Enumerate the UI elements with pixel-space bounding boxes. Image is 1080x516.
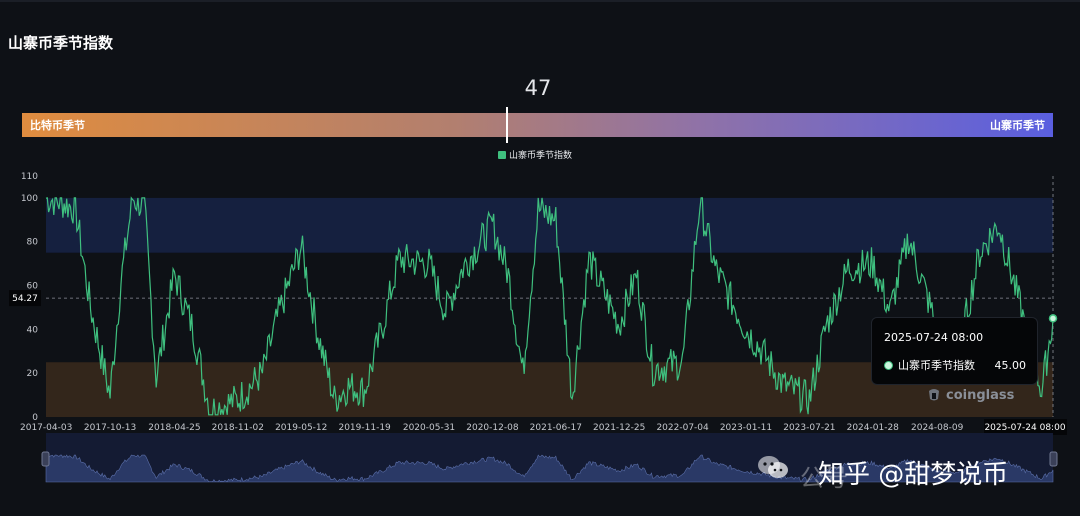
x-tick-label: 2024-01-28 bbox=[847, 423, 900, 433]
tooltip-date: 2025-07-24 08:00 bbox=[884, 331, 984, 344]
gauge-left-label: 比特币季节 bbox=[30, 119, 85, 132]
crosshair-y-label: 54.27 bbox=[12, 294, 38, 304]
legend-label: 山寨币季节指数 bbox=[509, 151, 573, 161]
x-tick-label: 2018-04-25 bbox=[148, 423, 200, 433]
gauge-marker bbox=[505, 107, 508, 143]
tooltip-value: 45.00 bbox=[994, 358, 1027, 372]
index-value: 47 bbox=[524, 76, 552, 100]
watermark: 知乎 @甜梦说币 bbox=[818, 460, 1009, 490]
y-tick-label: 0 bbox=[32, 413, 38, 423]
gauge-right-label: 山寨币季节 bbox=[990, 119, 1045, 132]
crosshair-x-label: 2025-07-24 08:00 bbox=[984, 423, 1065, 433]
coinglass-label: coinglass bbox=[946, 387, 1015, 403]
tooltip-series-name: 山寨币季节指数 bbox=[898, 359, 975, 372]
minimap-left-handle[interactable] bbox=[41, 451, 50, 467]
season-gauge: 比特币季节 山寨币季节 bbox=[22, 107, 1053, 143]
x-tick-label: 2021-12-25 bbox=[593, 423, 645, 433]
x-tick-label: 2022-07-04 bbox=[656, 423, 709, 433]
legend-swatch bbox=[498, 150, 506, 159]
coinglass-icon bbox=[929, 389, 939, 401]
x-tick-label: 2019-05-12 bbox=[275, 423, 327, 433]
y-tick-label: 100 bbox=[21, 194, 38, 204]
x-tick-label: 2018-11-02 bbox=[212, 423, 264, 433]
x-tick-label: 2021-06-17 bbox=[530, 423, 582, 433]
x-tick-label: 2020-12-08 bbox=[466, 423, 519, 433]
page-title: 山寨币季节指数 bbox=[8, 34, 114, 52]
chart-tooltip: 2025-07-24 08:00 山寨币季节指数 45.00 bbox=[871, 317, 1038, 385]
y-tick-label: 20 bbox=[27, 369, 39, 379]
top-border bbox=[0, 0, 1080, 2]
y-tick-label: 80 bbox=[27, 238, 39, 248]
x-tick-label: 2023-01-11 bbox=[720, 423, 772, 433]
x-tick-label: 2017-10-13 bbox=[84, 423, 136, 433]
y-tick-label: 60 bbox=[27, 282, 39, 292]
minimap-right-handle[interactable] bbox=[1049, 451, 1058, 467]
tooltip-row: 山寨币季节指数 45.00 bbox=[884, 357, 1026, 373]
wechat-icon bbox=[758, 456, 788, 478]
tooltip-series-dot bbox=[884, 360, 893, 370]
y-tick-label: 40 bbox=[27, 325, 39, 335]
x-tick-label: 2019-11-19 bbox=[338, 423, 391, 433]
x-tick-label: 2023-07-21 bbox=[783, 423, 835, 433]
highlighted-point bbox=[1048, 314, 1058, 323]
chart-legend[interactable]: 山寨币季节指数 bbox=[498, 148, 572, 161]
coinglass-logo: coinglass bbox=[926, 387, 1014, 403]
x-tick-label: 2017-04-03 bbox=[20, 423, 72, 433]
x-tick-label: 2020-05-31 bbox=[403, 423, 455, 433]
x-tick-label: 2024-08-09 bbox=[911, 423, 964, 433]
y-tick-label: 110 bbox=[21, 172, 38, 182]
